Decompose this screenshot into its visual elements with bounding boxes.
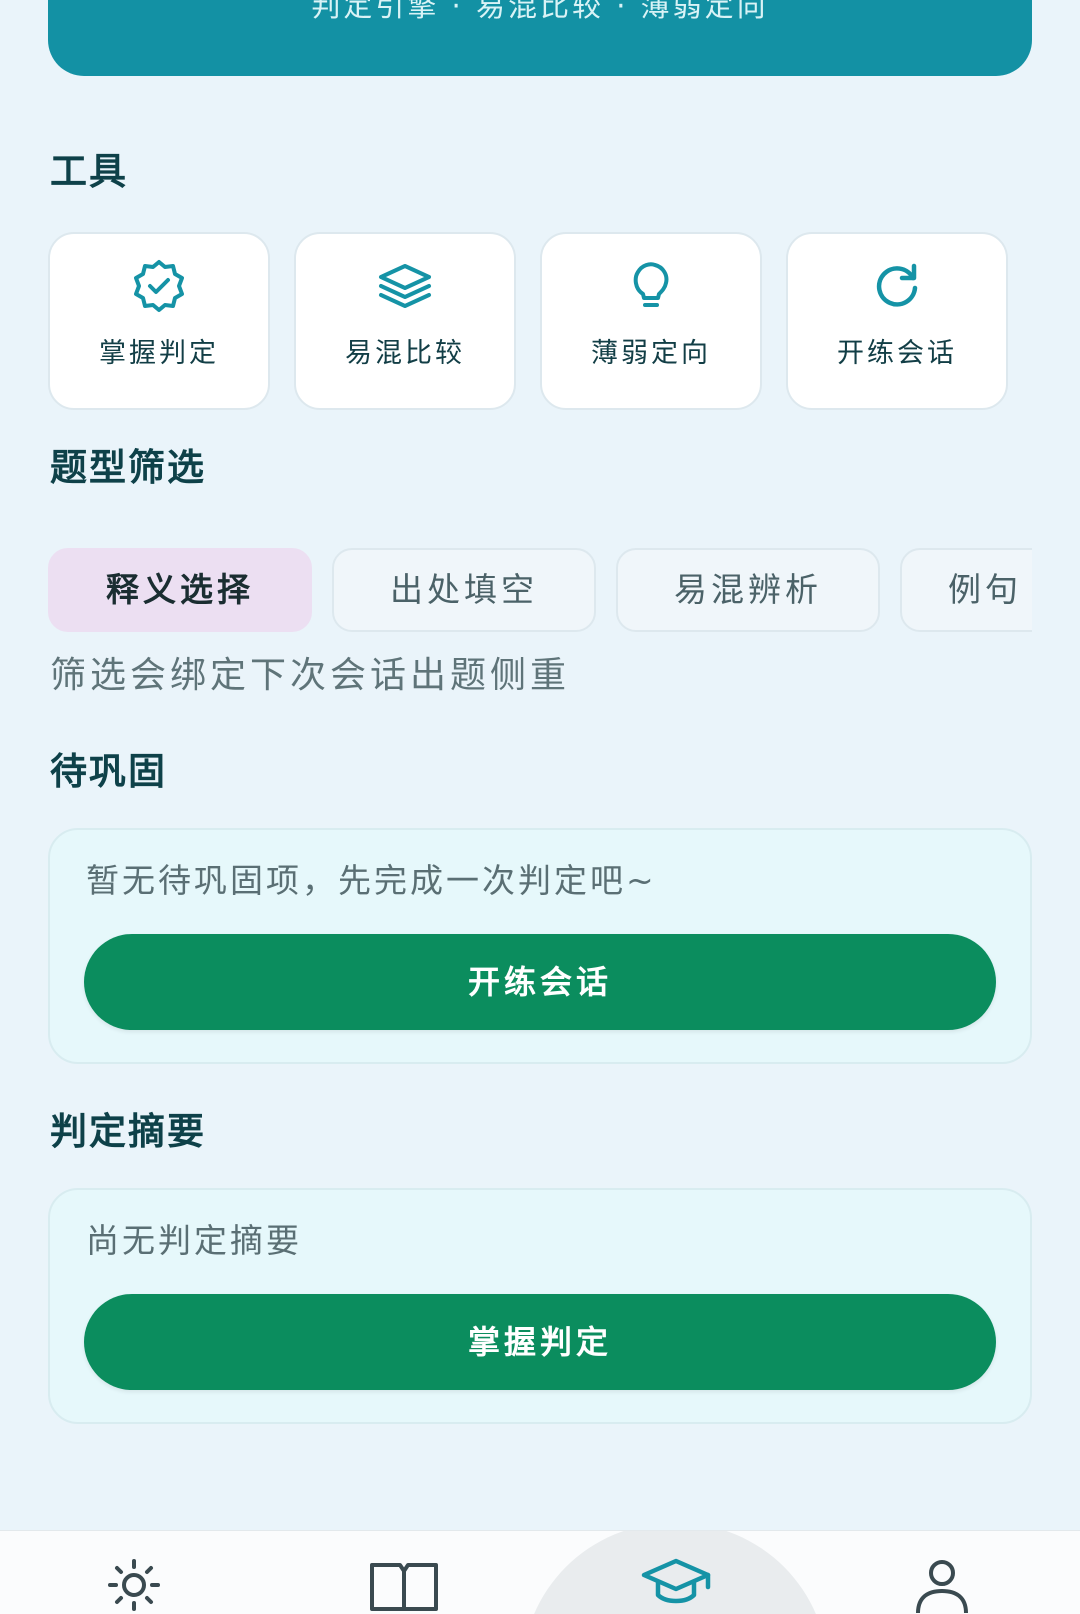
mastery-judgment-button[interactable]: 掌握判定: [84, 1294, 996, 1390]
filter-chip-definition-choice[interactable]: 释义选择: [48, 548, 312, 632]
tool-label: 易混比较: [345, 338, 465, 369]
summary-empty-text: 尚无判定摘要: [86, 1221, 302, 1260]
nav-item-profile[interactable]: [904, 1553, 980, 1613]
top-banner: 判定引擎 · 易混比较 · 薄弱定向: [48, 0, 1032, 76]
user-icon: [916, 1560, 968, 1613]
filter-chip-confusable-analysis[interactable]: 易混辨析: [616, 548, 880, 632]
graduation-cap-icon: [641, 1558, 711, 1604]
summary-panel: 尚无判定摘要 掌握判定: [48, 1188, 1032, 1424]
pending-panel: 暂无待巩固项，先完成一次判定吧~ 开练会话: [48, 828, 1032, 1064]
bottom-nav: [0, 1530, 1080, 1614]
tool-card-mastery-judgment[interactable]: 掌握判定: [48, 232, 270, 410]
filter-chip-source-fill[interactable]: 出处填空: [332, 548, 596, 632]
filter-section-title: 题型筛选: [50, 446, 206, 489]
sun-icon: [108, 1559, 160, 1611]
pending-section-title: 待巩固: [50, 750, 167, 793]
tool-card-confusable-compare[interactable]: 易混比较: [294, 232, 516, 410]
start-session-button[interactable]: 开练会话: [84, 934, 996, 1030]
tool-card-start-session[interactable]: 开练会话: [786, 232, 1008, 410]
tools-section-title: 工具: [50, 150, 128, 193]
tool-label: 开练会话: [837, 338, 957, 369]
question-type-filter: 释义选择 出处填空 易混辨析 例句: [48, 548, 1032, 638]
refresh-icon: [867, 256, 927, 316]
filter-chip-example-sentence[interactable]: 例句: [900, 548, 1032, 632]
banner-subtitle: 判定引擎 · 易混比较 · 薄弱定向: [311, 0, 769, 23]
lightbulb-icon: [621, 256, 681, 316]
layers-icon: [375, 256, 435, 316]
nav-item-study[interactable]: [638, 1553, 714, 1613]
book-icon: [370, 1563, 438, 1611]
tool-label: 薄弱定向: [591, 338, 711, 369]
nav-item-library[interactable]: [366, 1553, 442, 1613]
tool-card-weak-targeting[interactable]: 薄弱定向: [540, 232, 762, 410]
pending-empty-text: 暂无待巩固项，先完成一次判定吧~: [86, 861, 657, 900]
nav-item-home[interactable]: [96, 1553, 172, 1613]
summary-section-title: 判定摘要: [50, 1110, 206, 1153]
tools-grid: 掌握判定 易混比较 薄弱定向 开练会话: [48, 232, 1034, 412]
tool-label: 掌握判定: [99, 338, 219, 369]
filter-hint: 筛选会绑定下次会话出题侧重: [50, 655, 571, 696]
badge-check-icon: [129, 256, 189, 316]
